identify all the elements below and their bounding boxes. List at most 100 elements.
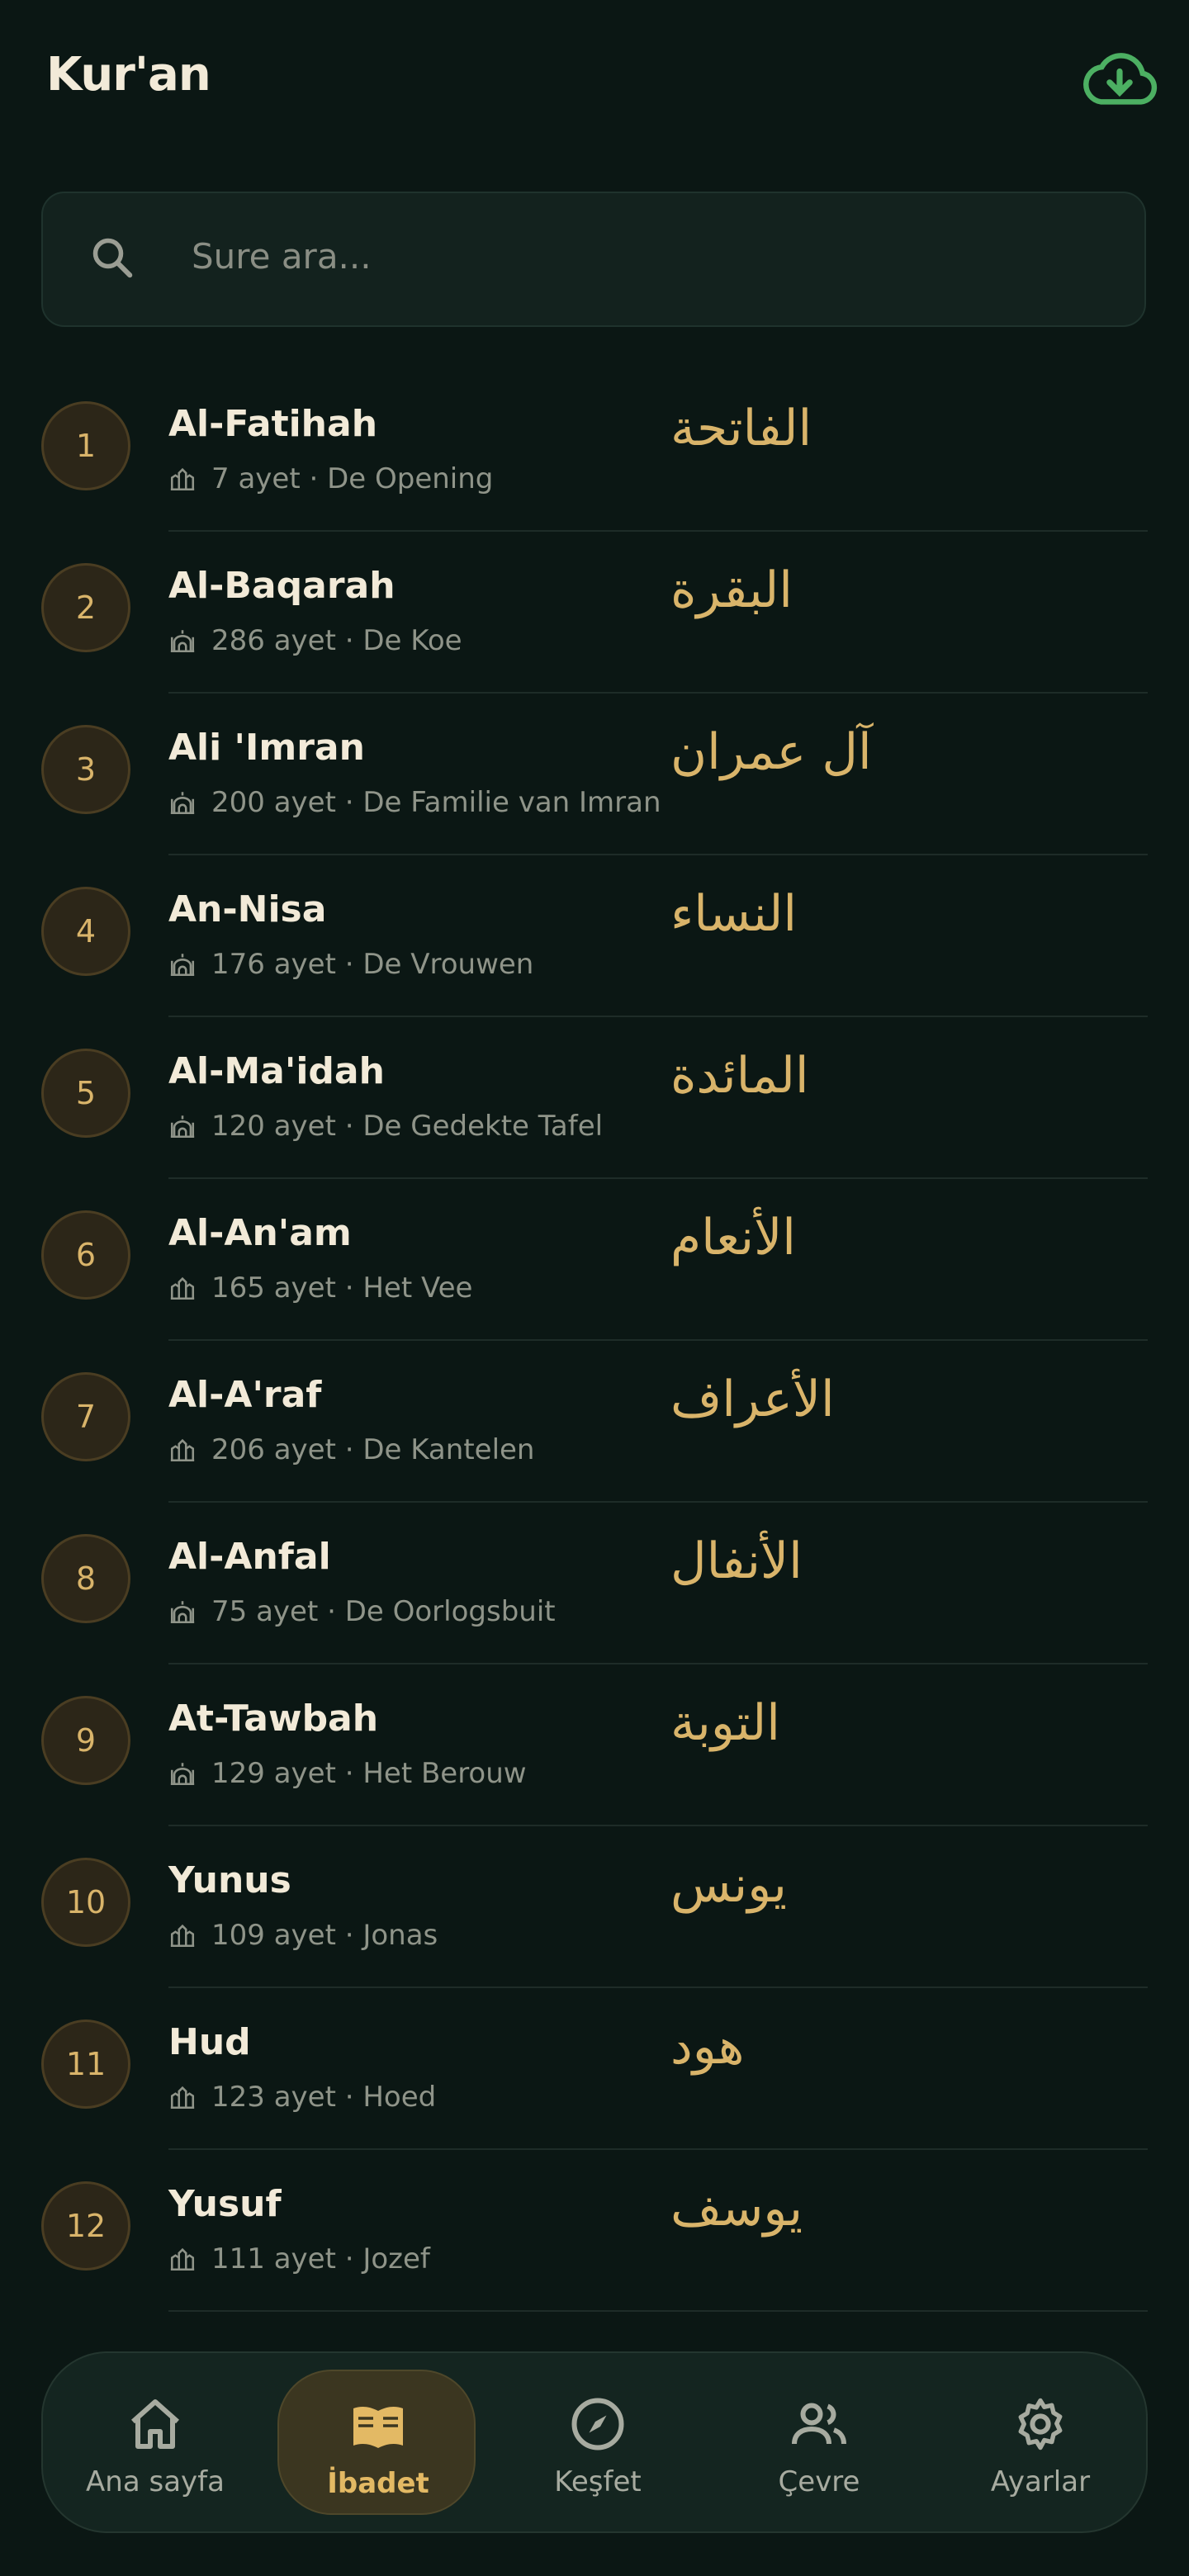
surah-meta: 75 ayet · De Oorlogsbuit [168,1595,556,1628]
surah-meta-text: 109 ayet · Jonas [211,1919,438,1952]
surah-meta: 165 ayet · Het Vee [168,1271,472,1305]
mecca-icon [168,2245,197,2273]
nav-item-gear[interactable]: Ayarlar [941,2370,1139,2515]
bottom-navigation: Ana sayfa İbadet Keşfet Çevre Ayarlar [41,2351,1148,2533]
surah-number-badge: 3 [41,725,130,814]
surah-row[interactable]: 2 Al-Baqarah 286 ayet · De Koe البقرة [0,532,1189,694]
surah-row[interactable]: 9 At-Tawbah 129 ayet · Het Berouw التوبة [0,1664,1189,1826]
surah-number-badge: 7 [41,1372,130,1461]
surah-number-badge: 5 [41,1049,130,1138]
surah-name: Ali 'Imran [168,727,365,769]
medina-icon [168,1598,197,1626]
surah-arabic-name: هود [670,2018,745,2076]
nav-item-book[interactable]: İbadet [277,2370,476,2515]
surah-row[interactable]: 8 Al-Anfal 75 ayet · De Oorlogsbuit الأنفال [0,1503,1189,1664]
surah-arabic-name: الأعراف [670,1371,835,1428]
medina-icon [168,1112,197,1140]
surah-meta: 206 ayet · De Kantelen [168,1433,534,1466]
surah-meta: 109 ayet · Jonas [168,1919,438,1952]
cloud-download-icon[interactable] [1082,48,1158,111]
surah-meta: 120 ayet · De Gedekte Tafel [168,1110,603,1143]
mecca-icon [168,465,197,493]
surah-meta-text: 7 ayet · De Opening [211,462,494,495]
search-input[interactable]: Sure ara... [192,236,372,277]
surah-meta: 123 ayet · Hoed [168,2081,436,2114]
surah-meta-text: 129 ayet · Het Berouw [211,1757,527,1790]
surah-number-badge: 10 [41,1858,130,1947]
surah-row[interactable]: 11 Hud 123 ayet · Hoed هود [0,1988,1189,2150]
nav-item-people[interactable]: Çevre [720,2370,918,2515]
nav-label: Keşfet [554,2465,642,2498]
surah-arabic-name: البقرة [670,561,793,619]
surah-row[interactable]: 1 Al-Fatihah 7 ayet · De Opening الفاتحة [0,370,1189,532]
surah-number-badge: 2 [41,563,130,652]
nav-label: Çevre [778,2465,860,2498]
gear-icon [1011,2394,1070,2454]
surah-meta-text: 200 ayet · De Familie van Imran [211,786,661,819]
surah-meta: 7 ayet · De Opening [168,462,493,495]
surah-arabic-name: الأنعام [670,1209,796,1267]
surah-name: Al-Fatihah [168,403,378,445]
surah-number-badge: 12 [41,2181,130,2271]
surah-meta-text: 286 ayet · De Koe [211,624,462,657]
surah-meta-text: 165 ayet · Het Vee [211,1271,473,1305]
surah-name: Al-Anfal [168,1536,331,1578]
people-icon [789,2394,849,2454]
surah-row[interactable]: 4 An-Nisa 176 ayet · De Vrouwen النساء [0,855,1189,1017]
surah-number-badge: 6 [41,1210,130,1300]
surah-name: At-Tawbah [168,1698,379,1740]
surah-name: Yusuf [168,2183,282,2225]
surah-meta: 286 ayet · De Koe [168,624,462,657]
surah-row[interactable]: 6 Al-An'am 165 ayet · Het Vee الأنعام [0,1179,1189,1341]
surah-name: An-Nisa [168,888,327,930]
app-header: Kur'an [0,0,1189,165]
mecca-icon [168,1921,197,1949]
surah-arabic-name: المائدة [670,1047,809,1105]
mecca-icon [168,2083,197,2111]
surah-arabic-name: يونس [670,1856,787,1914]
page-title: Kur'an [46,48,211,102]
surah-name: Al-Baqarah [168,565,396,607]
surah-row[interactable]: 5 Al-Ma'idah 120 ayet · De Gedekte Tafel ال… [0,1017,1189,1179]
surah-arabic-name: الفاتحة [670,400,812,457]
surah-meta: 176 ayet · De Vrouwen [168,948,533,981]
surah-arabic-name: التوبة [670,1694,780,1752]
surah-row[interactable]: 12 Yusuf 111 ayet · Jozef يوسف [0,2150,1189,2312]
surah-meta-text: 75 ayet · De Oorlogsbuit [211,1595,556,1628]
surah-arabic-name: يوسف [670,2180,803,2237]
surah-meta: 129 ayet · Het Berouw [168,1757,527,1790]
surah-meta-text: 123 ayet · Hoed [211,2081,437,2114]
surah-meta: 200 ayet · De Familie van Imran [168,786,661,819]
surah-name: Al-An'am [168,1212,352,1254]
nav-label: Ana sayfa [86,2465,225,2498]
nav-item-compass[interactable]: Keşfet [499,2370,697,2515]
nav-item-home[interactable]: Ana sayfa [56,2370,254,2515]
search-bar[interactable]: Sure ara... [41,192,1146,327]
surah-name: Al-Ma'idah [168,1050,385,1092]
medina-icon [168,950,197,978]
nav-label: İbadet [327,2467,429,2500]
surah-meta-text: 120 ayet · De Gedekte Tafel [211,1110,604,1143]
surah-row[interactable]: 3 Ali 'Imran 200 ayet · De Familie van Imr… [0,694,1189,855]
surah-name: Al-A'raf [168,1374,322,1416]
book-icon [348,2396,408,2455]
surah-number-badge: 4 [41,887,130,976]
surah-number-badge: 1 [41,401,130,490]
medina-icon [168,1759,197,1788]
surah-row[interactable]: 7 Al-A'raf 206 ayet · De Kantelen الأعراف [0,1341,1189,1503]
surah-number-badge: 11 [41,2020,130,2109]
surah-arabic-name: آل عمران [670,723,872,781]
surah-arabic-name: الأنفال [670,1532,803,1590]
surah-name: Yunus [168,1859,291,1901]
surah-number-badge: 8 [41,1534,130,1623]
surah-number-badge: 9 [41,1696,130,1785]
mecca-icon [168,1436,197,1464]
row-divider [168,2310,1148,2312]
home-icon [126,2394,185,2454]
search-icon [92,238,133,278]
medina-icon [168,788,197,817]
medina-icon [168,627,197,655]
surah-arabic-name: النساء [670,885,798,943]
nav-label: Ayarlar [990,2465,1091,2498]
surah-row[interactable]: 10 Yunus 109 ayet · Jonas يونس [0,1826,1189,1988]
